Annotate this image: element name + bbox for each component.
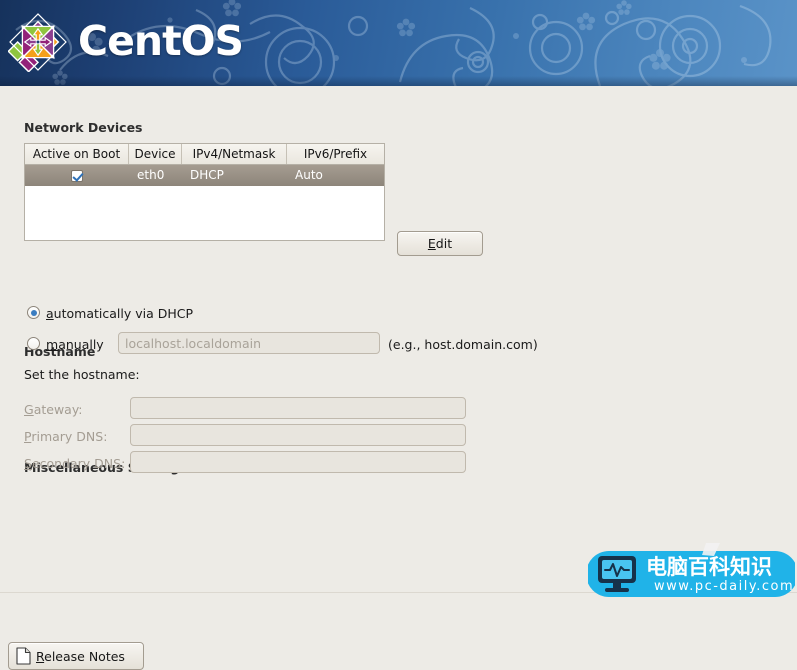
watermark-text-cn: 电脑百科知识	[646, 555, 772, 579]
active-on-boot-cell[interactable]	[25, 165, 129, 186]
secondary-dns-mnemonic: S	[24, 456, 32, 471]
column-header-ipv4-netmask[interactable]: IPv4/Netmask	[182, 144, 287, 164]
secondary-dns-label-rest: econdary DNS:	[31, 456, 126, 471]
network-devices-table[interactable]: Active on Boot Device IPv4/Netmask IPv6/…	[24, 143, 385, 241]
ipv6-prefix-cell: Auto	[295, 168, 323, 182]
manual-label-rest: anually	[58, 337, 104, 352]
edit-button[interactable]: Edit	[397, 231, 483, 256]
gateway-mnemonic: G	[24, 402, 34, 417]
hostname-input[interactable]	[118, 332, 380, 354]
hostname-example-hint: (e.g., host.domain.com)	[388, 337, 538, 352]
release-notes-mnemonic: R	[36, 648, 45, 664]
brand-wordmark: CentOS	[78, 17, 244, 65]
release-notes-label: Release Notes	[36, 644, 125, 670]
hostname-prompt-label: Set the hostname:	[24, 367, 140, 382]
site-watermark: 电脑百科知识 www.pc-daily.com	[588, 543, 795, 597]
edit-button-mnemonic: E	[427, 236, 436, 251]
release-notes-label-rest: elease Notes	[44, 648, 125, 664]
centos-logo-icon	[8, 13, 67, 72]
table-row[interactable]: eth0 DHCP Auto	[25, 165, 384, 186]
banner-bottom-shadow	[0, 76, 797, 86]
gateway-input[interactable]	[130, 397, 466, 419]
table-header-row: Active on Boot Device IPv4/Netmask IPv6/…	[25, 144, 384, 165]
document-page-icon	[16, 646, 31, 665]
edit-button-label: dit	[435, 236, 453, 251]
primary-dns-input[interactable]	[130, 424, 466, 446]
column-header-ipv6-prefix[interactable]: IPv6/Prefix	[287, 144, 384, 164]
column-header-active-on-boot[interactable]: Active on Boot	[25, 144, 129, 164]
release-notes-button[interactable]: Release Notes	[8, 642, 144, 670]
column-header-device[interactable]: Device	[129, 144, 182, 164]
ipv4-netmask-cell: DHCP	[190, 168, 224, 182]
manual-mnemonic: m	[46, 337, 59, 352]
gateway-label-rest: ateway:	[33, 402, 83, 417]
device-cell: eth0	[137, 168, 165, 182]
radio-hostname-manual-label[interactable]: manually	[46, 337, 104, 352]
radio-hostname-automatic[interactable]	[27, 306, 40, 319]
main-content: Network Devices Active on Boot Device IP…	[0, 86, 797, 670]
app-header-banner: CentOS	[0, 0, 797, 86]
watermark-url: www.pc-daily.com	[654, 579, 794, 594]
gateway-label: Gateway:	[24, 402, 83, 417]
secondary-dns-label: Secondary DNS:	[24, 456, 125, 471]
radio-hostname-automatic-label[interactable]: automatically via DHCP	[46, 306, 193, 321]
auto-mnemonic: a	[46, 306, 54, 321]
primary-dns-label: Primary DNS:	[24, 429, 107, 444]
radio-hostname-manual[interactable]	[27, 337, 40, 350]
secondary-dns-input[interactable]	[130, 451, 466, 473]
network-devices-heading: Network Devices	[24, 120, 143, 135]
primary-dns-label-rest: rimary DNS:	[31, 429, 108, 444]
auto-label-rest: utomatically via DHCP	[53, 306, 193, 321]
active-on-boot-checkbox[interactable]	[71, 169, 83, 182]
